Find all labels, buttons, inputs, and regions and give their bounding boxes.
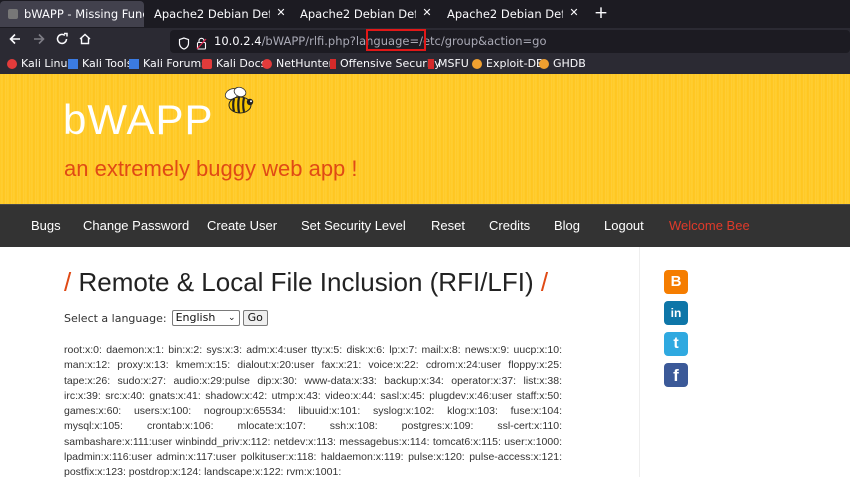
menu-bugs[interactable]: Bugs bbox=[31, 218, 61, 233]
kali-tools-icon bbox=[68, 58, 78, 69]
bookmark-nethunter[interactable]: NetHunter bbox=[262, 57, 333, 70]
menu-credits[interactable]: Credits bbox=[489, 218, 530, 233]
bookmark-kali-linux[interactable]: Kali Linux bbox=[7, 57, 74, 70]
bookmark-label: Kali Linux bbox=[21, 57, 75, 70]
site-logo[interactable]: bWAPP bbox=[63, 96, 213, 144]
bookmark-ghdb[interactable]: GHDB bbox=[539, 57, 586, 70]
site-header: bWAPP an extremely buggy web app ! bbox=[0, 74, 850, 204]
title-text: Remote & Local File Inclusion (RFI/LFI) bbox=[78, 267, 534, 297]
web-page: bWAPP an extremely buggy web app ! Bugs … bbox=[0, 74, 850, 477]
offsec-icon bbox=[330, 58, 336, 69]
new-tab-button[interactable]: + bbox=[592, 4, 610, 22]
nethunter-icon bbox=[262, 58, 272, 69]
exploitdb-icon bbox=[472, 58, 482, 69]
blogger-icon[interactable]: B bbox=[664, 270, 688, 294]
bookmark-label: NetHunter bbox=[276, 57, 334, 70]
facebook-icon[interactable]: f bbox=[664, 363, 688, 387]
bookmark-label: Kali Forums bbox=[143, 57, 207, 70]
menu-set-security-level[interactable]: Set Security Level bbox=[301, 218, 406, 233]
bookmark-label: Offensive Security bbox=[340, 57, 441, 70]
bookmark-exploitdb[interactable]: Exploit-DB bbox=[472, 57, 544, 70]
page-title: / Remote & Local File Inclusion (RFI/LFI… bbox=[64, 267, 548, 298]
reload-icon[interactable] bbox=[53, 32, 71, 50]
url-host: 10.0.2.4 bbox=[214, 34, 262, 48]
tab-apache-2[interactable]: Apache2 Debian Default Page ✕ bbox=[292, 1, 438, 27]
insecure-lock-icon[interactable] bbox=[196, 35, 207, 54]
bookmark-label: GHDB bbox=[553, 57, 586, 70]
bookmark-offsec[interactable]: Offensive Security bbox=[330, 57, 441, 70]
language-value: English bbox=[175, 311, 216, 324]
forward-icon[interactable] bbox=[30, 32, 48, 50]
tab-strip: bWAPP - Missing Functio Apache2 Debian D… bbox=[0, 0, 850, 28]
bookmark-kali-tools[interactable]: Kali Tools bbox=[68, 57, 132, 70]
bookmark-label: Exploit-DB bbox=[486, 57, 544, 70]
kali-docs-icon bbox=[202, 58, 212, 69]
address-bar[interactable]: 10.0.2.4/bWAPP/rlfi.php?language=/etc/gr… bbox=[170, 30, 850, 53]
twitter-glyph: t bbox=[673, 335, 679, 352]
tab-label: Apache2 Debian Default Page bbox=[300, 7, 416, 21]
tab-apache-3[interactable]: Apache2 Debian Default Page ✕ bbox=[439, 1, 585, 27]
tab-apache-1[interactable]: Apache2 Debian Default Page ✕ bbox=[146, 1, 292, 27]
site-tagline: an extremely buggy web app ! bbox=[64, 156, 358, 181]
linkedin-icon[interactable]: in bbox=[664, 301, 688, 325]
shield-icon[interactable] bbox=[178, 35, 190, 54]
msfu-icon bbox=[428, 58, 434, 69]
menu-welcome[interactable]: Welcome Bee bbox=[669, 218, 750, 233]
close-tab-icon[interactable]: ✕ bbox=[420, 6, 434, 20]
linkedin-glyph: in bbox=[670, 306, 682, 320]
main-menu: Bugs Change Password Create User Set Sec… bbox=[0, 204, 850, 247]
bookmark-kali-forums[interactable]: Kali Forums bbox=[129, 57, 207, 70]
home-icon[interactable] bbox=[76, 32, 94, 50]
close-tab-icon[interactable]: ✕ bbox=[274, 6, 288, 20]
menu-change-password[interactable]: Change Password bbox=[83, 218, 189, 233]
bee-icon bbox=[224, 86, 254, 114]
bookmark-msfu[interactable]: MSFU bbox=[428, 57, 469, 70]
title-slash-right: / bbox=[540, 267, 549, 297]
bookmark-kali-docs[interactable]: Kali Docs bbox=[202, 57, 266, 70]
chevron-down-icon: ⌄ bbox=[228, 313, 236, 323]
tab-bwapp[interactable]: bWAPP - Missing Functio bbox=[0, 1, 144, 27]
highlight-box bbox=[366, 29, 426, 51]
file-output: root:x:0: daemon:x:1: bin:x:2: sys:x:3: … bbox=[64, 344, 562, 477]
blogger-glyph: B bbox=[670, 273, 682, 290]
language-label: Select a language: bbox=[64, 311, 167, 325]
kali-icon bbox=[7, 58, 17, 69]
bookmarks-toolbar: Kali Linux Kali Tools Kali Forums Kali D… bbox=[0, 54, 850, 74]
menu-logout[interactable]: Logout bbox=[604, 218, 644, 233]
bwapp-favicon-icon bbox=[8, 9, 18, 19]
menu-reset[interactable]: Reset bbox=[431, 218, 465, 233]
bookmark-label: Kali Docs bbox=[216, 57, 267, 70]
back-icon[interactable] bbox=[6, 32, 24, 50]
bookmark-label: Kali Tools bbox=[82, 57, 133, 70]
close-tab-icon[interactable]: ✕ bbox=[567, 6, 581, 20]
tab-label: Apache2 Debian Default Page bbox=[447, 7, 563, 21]
facebook-glyph: f bbox=[673, 366, 679, 385]
main-content: / Remote & Local File Inclusion (RFI/LFI… bbox=[0, 247, 640, 477]
language-select[interactable]: English ⌄ bbox=[171, 310, 240, 326]
menu-blog[interactable]: Blog bbox=[554, 218, 580, 233]
tab-label: bWAPP - Missing Functio bbox=[24, 7, 144, 21]
language-form: Select a language: English ⌄ Go bbox=[64, 310, 268, 326]
bookmark-label: MSFU bbox=[438, 57, 469, 70]
title-slash-left: / bbox=[64, 267, 72, 297]
ghdb-icon bbox=[539, 58, 549, 69]
kali-forums-icon bbox=[129, 58, 139, 69]
tab-label: Apache2 Debian Default Page bbox=[154, 7, 270, 21]
twitter-icon[interactable]: t bbox=[664, 332, 688, 356]
go-button[interactable]: Go bbox=[242, 310, 268, 326]
menu-create-user[interactable]: Create User bbox=[207, 218, 277, 233]
